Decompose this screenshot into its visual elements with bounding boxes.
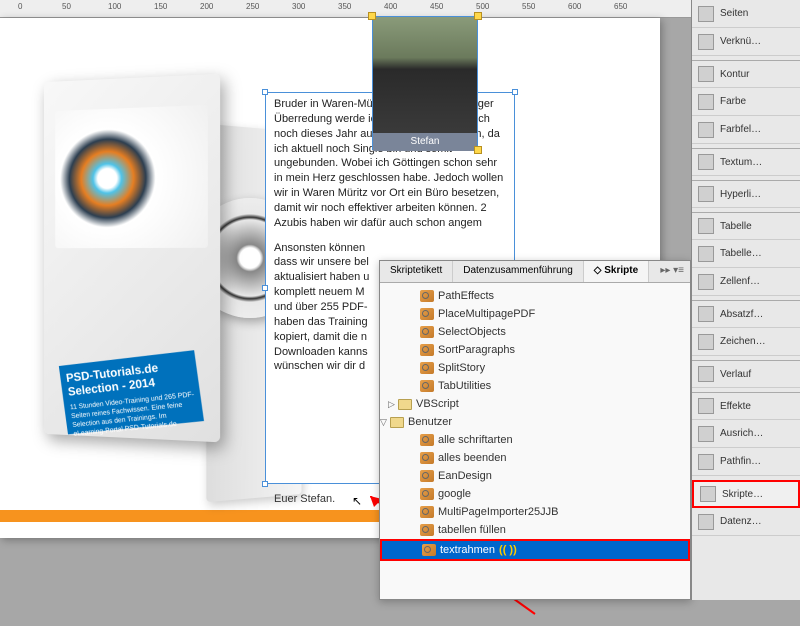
tab-script-label[interactable]: Skriptetikett — [380, 261, 453, 282]
panel-scripts[interactable]: Skripte… — [692, 480, 800, 508]
panel-swatches[interactable]: Farbfel… — [692, 116, 800, 144]
panel-links[interactable]: Verknü… — [692, 28, 800, 56]
color-icon — [698, 94, 714, 110]
tab-scripts[interactable]: ◇ Skripte — [584, 261, 649, 282]
swatches-icon — [698, 122, 714, 138]
panel-table[interactable]: Tabelle — [692, 212, 800, 240]
panel-data-merge[interactable]: Datenz… — [692, 508, 800, 536]
hyperlink-icon — [698, 186, 714, 202]
panel-align[interactable]: Ausrich… — [692, 420, 800, 448]
scripts-panel[interactable]: Skriptetikett Datenzusammenführung ◇ Skr… — [379, 260, 691, 600]
tree-item: SelectObjects — [380, 323, 690, 341]
table-styles-icon — [698, 246, 714, 262]
tree-item: PathEffects — [380, 287, 690, 305]
photo-caption: Stefan — [373, 133, 477, 151]
links-icon — [698, 34, 714, 50]
panel-cell-styles[interactable]: Zellenf… — [692, 268, 800, 296]
tree-item: tabellen füllen — [380, 521, 690, 539]
panel-stroke[interactable]: Kontur — [692, 60, 800, 88]
tree-item: alle schriftarten — [380, 431, 690, 449]
author-photo — [373, 17, 477, 133]
text-cursor-icon: ↖ — [352, 494, 362, 508]
horizontal-ruler: 050 100150 200250 300350 400450 500550 6… — [0, 0, 691, 18]
panel-paragraph-styles[interactable]: Absatzf… — [692, 300, 800, 328]
char-styles-icon — [698, 334, 714, 350]
panel-gradient[interactable]: Verlauf — [692, 360, 800, 388]
pathfinder-icon — [698, 454, 714, 470]
effects-icon — [698, 398, 714, 414]
cell-styles-icon — [698, 274, 714, 290]
tree-item: SortParagraphs — [380, 341, 690, 359]
eye-image — [55, 105, 208, 248]
gradient-icon — [698, 366, 714, 382]
tree-item: SplitStory — [380, 359, 690, 377]
tree-item: TabUtilities — [380, 377, 690, 395]
panel-color[interactable]: Farbe — [692, 88, 800, 116]
signature-text: Euer Stefan. — [274, 493, 335, 505]
panel-text-wrap[interactable]: Textum… — [692, 148, 800, 176]
para-styles-icon — [698, 306, 714, 322]
tree-folder-user[interactable]: ▽Benutzer — [380, 413, 690, 431]
panel-pages[interactable]: Seiten — [692, 0, 800, 28]
panel-char-styles[interactable]: Zeichen… — [692, 328, 800, 356]
tree-folder-vbscript[interactable]: ▷VBScript — [380, 395, 690, 413]
dvd-product-image: PSD-Tutorials.de Selection - 2014 11 Stu… — [40, 78, 240, 458]
tree-item: EanDesign — [380, 467, 690, 485]
table-icon — [698, 218, 714, 234]
panel-hyperlinks[interactable]: Hyperli… — [692, 180, 800, 208]
tree-item: MultiPageImporter25JJB — [380, 503, 690, 521]
dvd-subtitle: 11 Stunden Video-Training und 265 PDF-Se… — [70, 390, 199, 439]
textwrap-icon — [698, 154, 714, 170]
tree-item: PlaceMultipagePDF — [380, 305, 690, 323]
tree-item: alles beenden — [380, 449, 690, 467]
align-icon — [698, 426, 714, 442]
stroke-icon — [698, 66, 714, 82]
photo-frame[interactable]: Stefan — [372, 16, 478, 150]
panel-effects[interactable]: Effekte — [692, 392, 800, 420]
pages-icon — [698, 6, 714, 22]
panel-pathfinder[interactable]: Pathfin… — [692, 448, 800, 476]
datamerge-icon — [698, 514, 714, 530]
right-panel-dock[interactable]: Seiten Verknü… Kontur Farbe Farbfel… Tex… — [691, 0, 800, 600]
panel-menu-icon[interactable]: ▸▸ ▾≡ — [654, 261, 690, 282]
tree-item: google — [380, 485, 690, 503]
tree-item-textrahmen[interactable]: textrahmen(( )) — [380, 539, 690, 561]
panel-table-styles[interactable]: Tabelle… — [692, 240, 800, 268]
scripts-icon — [700, 486, 716, 502]
scripts-tree[interactable]: PathEffects PlaceMultipagePDF SelectObje… — [380, 283, 690, 599]
tab-data-merge[interactable]: Datenzusammenführung — [453, 261, 584, 282]
